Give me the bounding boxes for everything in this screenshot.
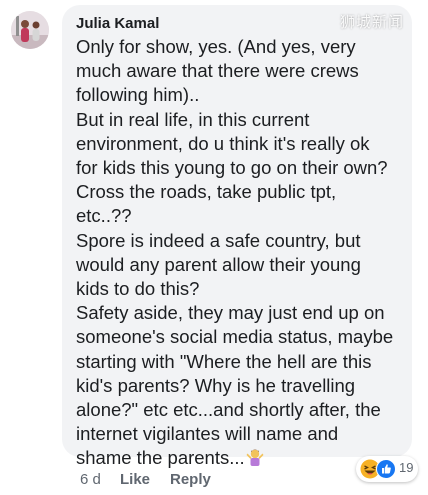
comment-text: Only for show, yes. (And yes, very much … (76, 35, 408, 471)
comment-body: Only for show, yes. (And yes, very much … (76, 36, 394, 469)
like-reaction-icon (376, 459, 396, 479)
comment-timestamp[interactable]: 6 d (80, 471, 101, 488)
person-shrugging-icon (246, 449, 264, 467)
reaction-count: 19 (399, 460, 414, 475)
reactions-summary[interactable]: 19 (356, 456, 418, 482)
watermark-text: 狮城新闻 (339, 14, 404, 31)
profile-photo (11, 11, 49, 49)
comment-author[interactable]: Julia Kamal (76, 15, 159, 33)
reply-button[interactable]: Reply (170, 471, 211, 488)
like-button[interactable]: Like (120, 471, 150, 488)
comment-bubble: Julia Kamal 狮城新闻 Only for show, yes. (An… (62, 5, 412, 468)
avatar[interactable] (11, 11, 49, 49)
